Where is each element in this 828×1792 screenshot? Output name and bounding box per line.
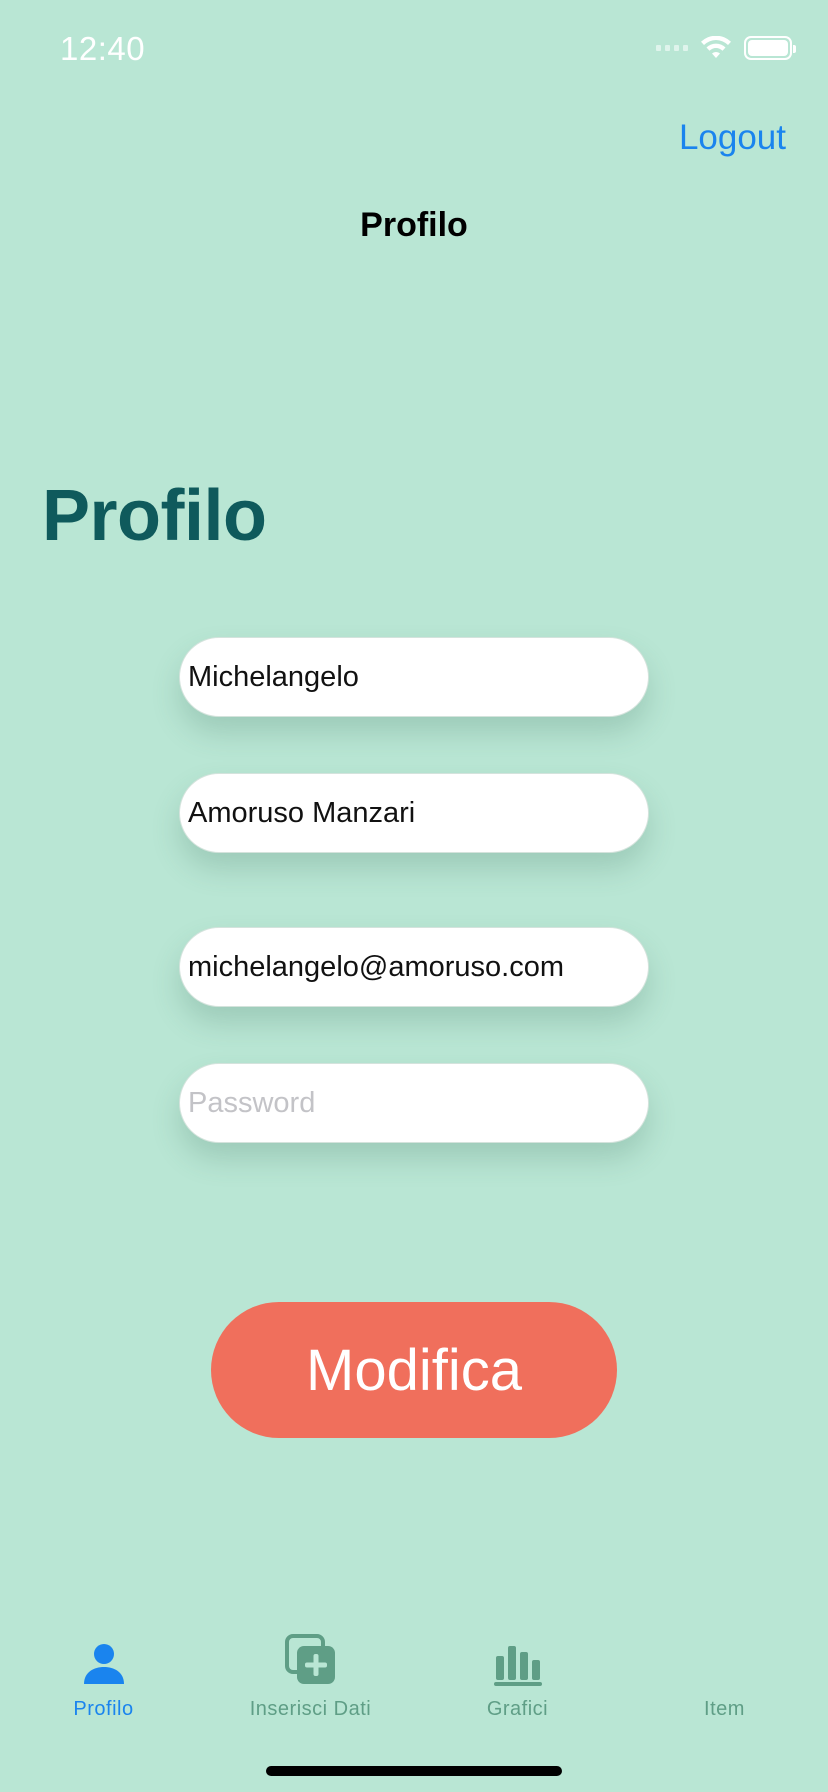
password-input[interactable] <box>188 1086 648 1120</box>
add-data-icon <box>284 1634 335 1684</box>
logout-button[interactable]: Logout <box>679 118 786 158</box>
first-name-input[interactable] <box>188 660 648 694</box>
tab-bar: Profilo Inserisci Dati Grafici Item <box>0 1630 828 1730</box>
tab-label: Grafici <box>486 1698 549 1720</box>
tab-grafici[interactable]: Grafici <box>414 1630 621 1730</box>
first-name-field[interactable] <box>179 637 649 717</box>
status-icons <box>656 36 796 60</box>
wifi-icon <box>701 36 731 58</box>
last-name-field[interactable] <box>179 773 649 853</box>
status-time: 12:40 <box>60 30 146 67</box>
battery-icon <box>744 36 796 60</box>
person-icon <box>83 1644 124 1684</box>
last-name-input[interactable] <box>188 796 648 830</box>
tab-label: Profilo <box>73 1698 134 1720</box>
home-indicator <box>266 1766 562 1776</box>
tab-label: Item <box>704 1698 745 1720</box>
tab-label: Inserisci Dati <box>249 1698 372 1720</box>
tab-inserisci-dati[interactable]: Inserisci Dati <box>207 1630 414 1730</box>
email-field[interactable] <box>179 927 649 1007</box>
modify-button[interactable]: Modifica <box>211 1302 617 1438</box>
email-input[interactable] <box>188 950 648 984</box>
cellular-signal-icon <box>656 45 688 51</box>
nav-title: Profilo <box>360 206 468 244</box>
profile-screen: 12:40 Logout Profilo Profilo Modifica <box>0 0 828 1792</box>
tab-profilo[interactable]: Profilo <box>0 1630 207 1730</box>
page-title: Profilo <box>42 476 267 556</box>
password-field[interactable] <box>179 1063 649 1143</box>
tab-item[interactable]: Item <box>621 1630 828 1730</box>
bar-chart-icon <box>493 1646 542 1686</box>
